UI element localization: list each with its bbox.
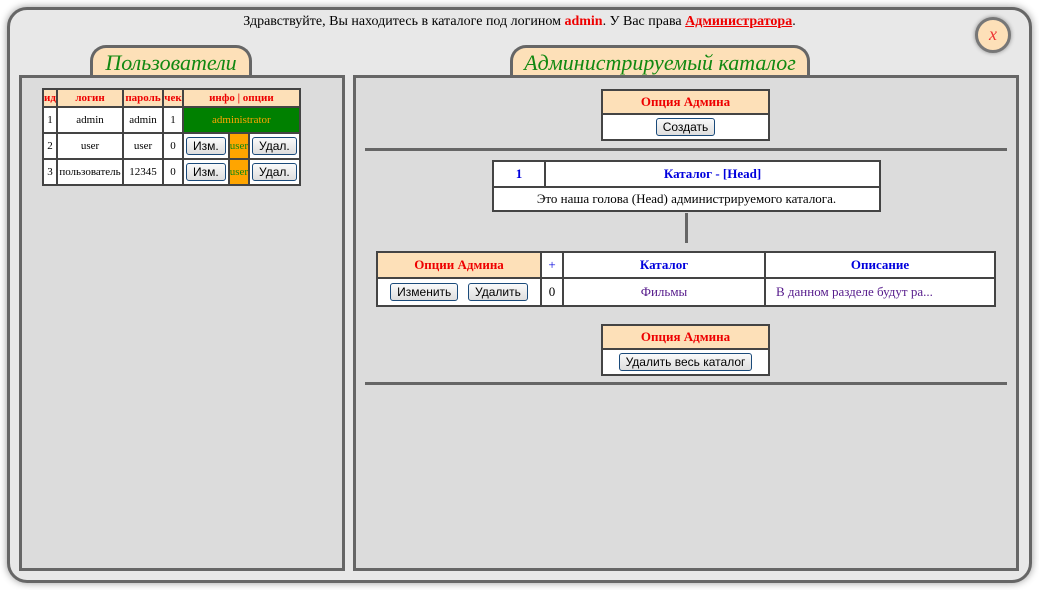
- table-row: Изменить Удалить 0 Фильмы В данном разде…: [376, 277, 996, 307]
- rights-link[interactable]: Администратора: [685, 14, 792, 29]
- tree-connector: [685, 213, 688, 243]
- create-box-header: Опция Админа: [601, 89, 770, 115]
- cell-login: user: [56, 132, 124, 160]
- col-header: Каталог: [562, 251, 766, 279]
- col-header: инфо | опции: [182, 88, 301, 108]
- table-row: 2 user user 0 Изм. user Удал.: [42, 132, 301, 160]
- edit-user-button[interactable]: Изм.: [186, 137, 226, 155]
- greeting: Здравствуйте, Вы находитесь в каталоге п…: [0, 14, 1039, 30]
- head-title[interactable]: Каталог - [Head]: [544, 160, 881, 188]
- cell-id: 2: [42, 132, 58, 160]
- children-table: Опции Админа + Каталог Описание Изменить…: [376, 251, 996, 307]
- delete-box-header: Опция Админа: [601, 324, 770, 350]
- create-button[interactable]: Создать: [655, 118, 716, 136]
- head-number: 1: [492, 160, 546, 188]
- close-button[interactable]: x: [975, 17, 1011, 53]
- greeting-text-2: . У Вас права: [602, 14, 686, 29]
- divider: [365, 148, 1007, 151]
- col-header: логин: [56, 88, 124, 108]
- delete-catalog-button[interactable]: Удалить: [468, 283, 528, 301]
- col-header: Опции Админа: [376, 251, 542, 279]
- add-child-button[interactable]: +: [540, 251, 564, 279]
- role-badge: administrator: [182, 106, 301, 134]
- delete-all-button[interactable]: Удалить весь каталог: [618, 353, 753, 371]
- cell-password: 12345: [122, 158, 164, 186]
- table-row: 3 пользователь 12345 0 Изм. user Удал.: [42, 158, 301, 186]
- tab-catalog[interactable]: Администрируемый каталог: [510, 45, 810, 76]
- users-table: ид логин пароль чек инфо | опции 1 admin…: [42, 88, 301, 186]
- cell-login: пользователь: [56, 158, 124, 186]
- table-row: 1 admin admin 1 administrator: [42, 106, 301, 134]
- cell-password: user: [122, 132, 164, 160]
- col-header: пароль: [122, 88, 164, 108]
- cell-id: 3: [42, 158, 58, 186]
- delete-box: Опция Админа Удалить весь каталог: [601, 324, 770, 376]
- role-badge: user: [227, 158, 251, 186]
- create-box: Опция Админа Создать: [601, 89, 770, 141]
- delete-user-button[interactable]: Удал.: [252, 137, 297, 155]
- tab-users[interactable]: Пользователи: [90, 45, 252, 76]
- delete-user-button[interactable]: Удал.: [252, 163, 297, 181]
- col-header: Описание: [764, 251, 996, 279]
- edit-catalog-button[interactable]: Изменить: [390, 283, 459, 301]
- greeting-text: Здравствуйте, Вы находитесь в каталоге п…: [243, 14, 565, 29]
- current-login: admin: [564, 14, 603, 29]
- cell-password: admin: [122, 106, 164, 134]
- cell-check: 0: [162, 158, 184, 186]
- head-description: Это наша голова (Head) администрируемого…: [492, 186, 881, 212]
- col-header: ид: [42, 88, 58, 108]
- catalog-link[interactable]: Фильмы: [562, 277, 766, 307]
- greeting-suffix: .: [792, 14, 796, 29]
- cell-id: 1: [42, 106, 58, 134]
- cell-login: admin: [56, 106, 124, 134]
- cell-check: 0: [162, 132, 184, 160]
- edit-user-button[interactable]: Изм.: [186, 163, 226, 181]
- head-catalog: 1 Каталог - [Head] Это наша голова (Head)…: [492, 160, 881, 212]
- role-badge: user: [227, 132, 251, 160]
- cell-check: 1: [162, 106, 184, 134]
- catalog-description: В данном разделе будут ра...: [764, 277, 996, 307]
- col-header: чек: [162, 88, 184, 108]
- cell-count: 0: [540, 277, 564, 307]
- divider: [365, 382, 1007, 385]
